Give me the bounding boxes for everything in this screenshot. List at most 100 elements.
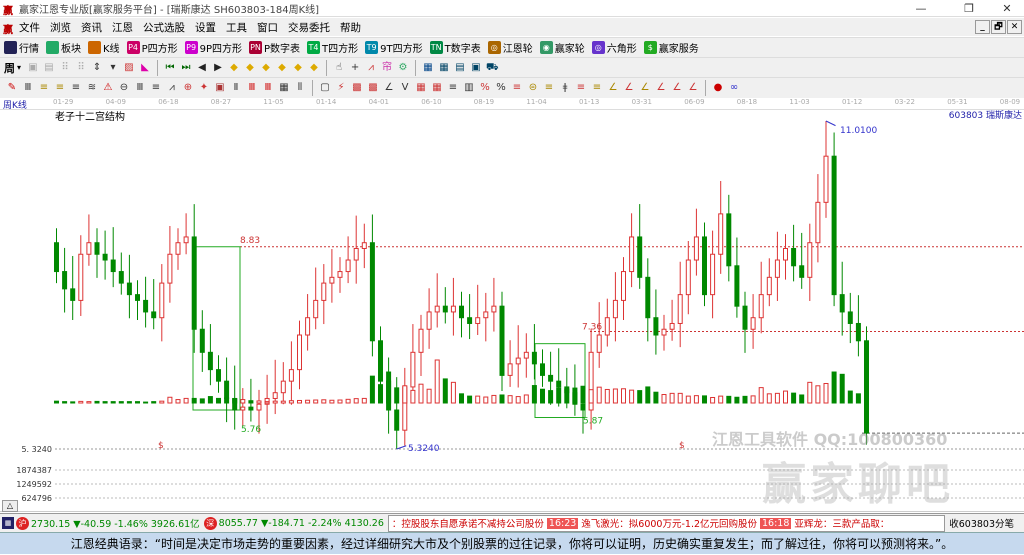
toolbar-button-12[interactable]: $ 赢家服务 xyxy=(643,40,699,55)
line-tool-icon[interactable]: ⚠ xyxy=(102,82,114,94)
tool-icon[interactable]: ⚙ xyxy=(397,62,409,74)
line-tool-icon[interactable]: ⊕ xyxy=(182,82,194,94)
line-tool-icon[interactable]: ∠ xyxy=(639,82,651,94)
line-tool-icon[interactable]: ≡ xyxy=(511,82,523,94)
line-tool-icon[interactable]: V xyxy=(399,82,411,94)
line-tool-icon[interactable]: ∠ xyxy=(623,82,635,94)
tool-icon[interactable]: ▣ xyxy=(27,62,39,74)
toolbar-button-6[interactable]: T4 T四方形 xyxy=(307,40,358,55)
line-tool-icon[interactable]: Ⅲ xyxy=(22,82,34,94)
line-tool-icon[interactable]: ≡ xyxy=(150,82,162,94)
line-tool-icon[interactable]: ∠ xyxy=(671,82,683,94)
line-tool-icon[interactable]: ▦ xyxy=(431,82,443,94)
line-tool-icon[interactable]: Ⅱ xyxy=(230,82,242,94)
toggle-panel-button[interactable]: △ xyxy=(2,500,18,512)
news-item[interactable]: 逸飞激光：拟6000万元-1.2亿元回购股份 xyxy=(581,516,757,530)
line-tool-icon[interactable]: ▣ xyxy=(214,82,226,94)
line-tool-icon[interactable]: ≡ xyxy=(575,82,587,94)
tool-icon[interactable]: ⇕ xyxy=(91,62,103,74)
tool-icon[interactable]: ▤ xyxy=(454,62,466,74)
mdi-minimize-button[interactable]: _ xyxy=(975,20,990,34)
line-tool-icon[interactable]: ≡ xyxy=(54,82,66,94)
menu-help[interactable]: 帮助 xyxy=(340,20,361,35)
grid-icon[interactable]: ▦ xyxy=(2,517,14,529)
line-tool-icon[interactable]: ⫴ xyxy=(294,82,306,94)
tool-icon[interactable]: ▨ xyxy=(123,62,135,74)
toolbar-button-5[interactable]: PN P数字表 xyxy=(249,40,300,55)
minimize-button[interactable]: — xyxy=(904,0,938,17)
toolbar-button-8[interactable]: TN T数字表 xyxy=(429,40,481,55)
tool-icon[interactable]: ⏮ xyxy=(164,62,176,74)
tool-icon[interactable]: ▾ xyxy=(107,62,119,74)
toolbar-button-10[interactable]: ◉ 赢家轮 xyxy=(539,40,585,55)
line-tool-icon[interactable]: ✦ xyxy=(198,82,210,94)
line-tool-icon[interactable]: ∠ xyxy=(687,82,699,94)
tool-icon[interactable]: ▶ xyxy=(212,62,224,74)
line-tool-icon[interactable]: ⚡ xyxy=(335,82,347,94)
sz-index-quote[interactable]: 8055.77 ▼-184.71 -2.24% 4130.26 xyxy=(219,518,384,529)
menu-trade[interactable]: 交易委托 xyxy=(288,20,330,35)
toolbar-button-11[interactable]: ◎ 六角形 xyxy=(591,40,637,55)
line-tool-icon[interactable]: ≡ xyxy=(543,82,555,94)
toolbar-button-7[interactable]: T9 9T四方形 xyxy=(365,40,423,55)
tool-icon[interactable]: ▦ xyxy=(438,62,450,74)
sh-index-quote[interactable]: 2730.15 ▼-40.59 -1.46% 3926.61亿 xyxy=(31,516,200,530)
line-tool-icon[interactable]: ≡ xyxy=(38,82,50,94)
line-tool-icon[interactable]: ≡ xyxy=(591,82,603,94)
line-tool-icon[interactable]: ▥ xyxy=(463,82,475,94)
menu-file[interactable]: 文件 xyxy=(19,20,40,35)
toolbar-button-9[interactable]: ◎ 江恩轮 xyxy=(487,40,533,55)
toolbar-button-4[interactable]: P9 9P四方形 xyxy=(184,40,242,55)
line-tool-icon[interactable]: ∠ xyxy=(383,82,395,94)
line-tool-icon[interactable]: ⩘ xyxy=(166,82,178,94)
line-tool-icon[interactable]: % xyxy=(479,82,491,94)
menu-news[interactable]: 资讯 xyxy=(81,20,102,35)
tool-icon[interactable]: ◆ xyxy=(276,62,288,74)
line-tool-icon[interactable]: ● xyxy=(712,82,724,94)
line-tool-icon[interactable]: ≡ xyxy=(70,82,82,94)
tool-icon[interactable]: + xyxy=(349,62,361,74)
tool-icon[interactable]: ⠿ xyxy=(59,62,71,74)
tool-icon[interactable]: ◆ xyxy=(292,62,304,74)
chevron-down-icon[interactable]: ▾ xyxy=(17,63,21,72)
tool-icon[interactable]: ⏭ xyxy=(180,62,192,74)
menu-browse[interactable]: 浏览 xyxy=(50,20,71,35)
tool-icon[interactable]: ◆ xyxy=(228,62,240,74)
news-ticker[interactable]: ：控股股东自愿承诺不减持公司股份 16:23 逸飞激光：拟6000万元-1.2亿元… xyxy=(387,514,946,532)
toolbar-button-0[interactable]: 行情 xyxy=(4,40,39,55)
tool-icon[interactable]: ◀ xyxy=(196,62,208,74)
tool-icon[interactable]: ⛟ xyxy=(486,62,499,74)
line-tool-icon[interactable]: ✎ xyxy=(6,82,18,94)
line-tool-icon[interactable]: ▩ xyxy=(351,82,363,94)
line-tool-icon[interactable]: ∠ xyxy=(607,82,619,94)
menu-gann[interactable]: 江恩 xyxy=(112,20,133,35)
news-item[interactable]: 亚辉龙：三款产品取： xyxy=(794,516,889,530)
line-tool-icon[interactable]: ⊖ xyxy=(118,82,130,94)
tool-icon[interactable]: ⠿ xyxy=(75,62,87,74)
tool-icon[interactable]: ◆ xyxy=(244,62,256,74)
line-tool-icon[interactable]: ≡ xyxy=(447,82,459,94)
line-tool-icon[interactable]: % xyxy=(495,82,507,94)
mdi-restore-button[interactable]: 🗗 xyxy=(991,20,1006,34)
line-tool-icon[interactable]: ▦ xyxy=(278,82,290,94)
toolbar-button-3[interactable]: P4 P四方形 xyxy=(126,40,178,55)
tool-icon[interactable]: ◆ xyxy=(308,62,320,74)
line-tool-icon[interactable]: ∞ xyxy=(728,82,740,94)
tool-icon[interactable]: ▦ xyxy=(422,62,434,74)
line-tool-icon[interactable]: ▩ xyxy=(367,82,379,94)
line-tool-icon[interactable]: ≋ xyxy=(86,82,98,94)
menu-formula[interactable]: 公式选股 xyxy=(143,20,185,35)
tool-icon[interactable]: ☝ xyxy=(333,62,345,74)
menu-window[interactable]: 窗口 xyxy=(257,20,278,35)
line-tool-icon[interactable]: Ⅲ xyxy=(134,82,146,94)
toolbar-button-2[interactable]: K线 xyxy=(88,40,120,55)
line-tool-icon[interactable]: ▦ xyxy=(415,82,427,94)
tool-icon[interactable]: ▣ xyxy=(470,62,482,74)
line-tool-icon[interactable]: ǂ xyxy=(559,82,571,94)
tool-icon[interactable]: ◆ xyxy=(260,62,272,74)
maximize-button[interactable]: ❐ xyxy=(952,0,986,17)
mdi-close-button[interactable]: ✕ xyxy=(1007,20,1022,34)
period-selector[interactable]: 周 xyxy=(4,60,15,76)
line-tool-icon[interactable]: ∠ xyxy=(655,82,667,94)
menu-tools[interactable]: 工具 xyxy=(226,20,247,35)
